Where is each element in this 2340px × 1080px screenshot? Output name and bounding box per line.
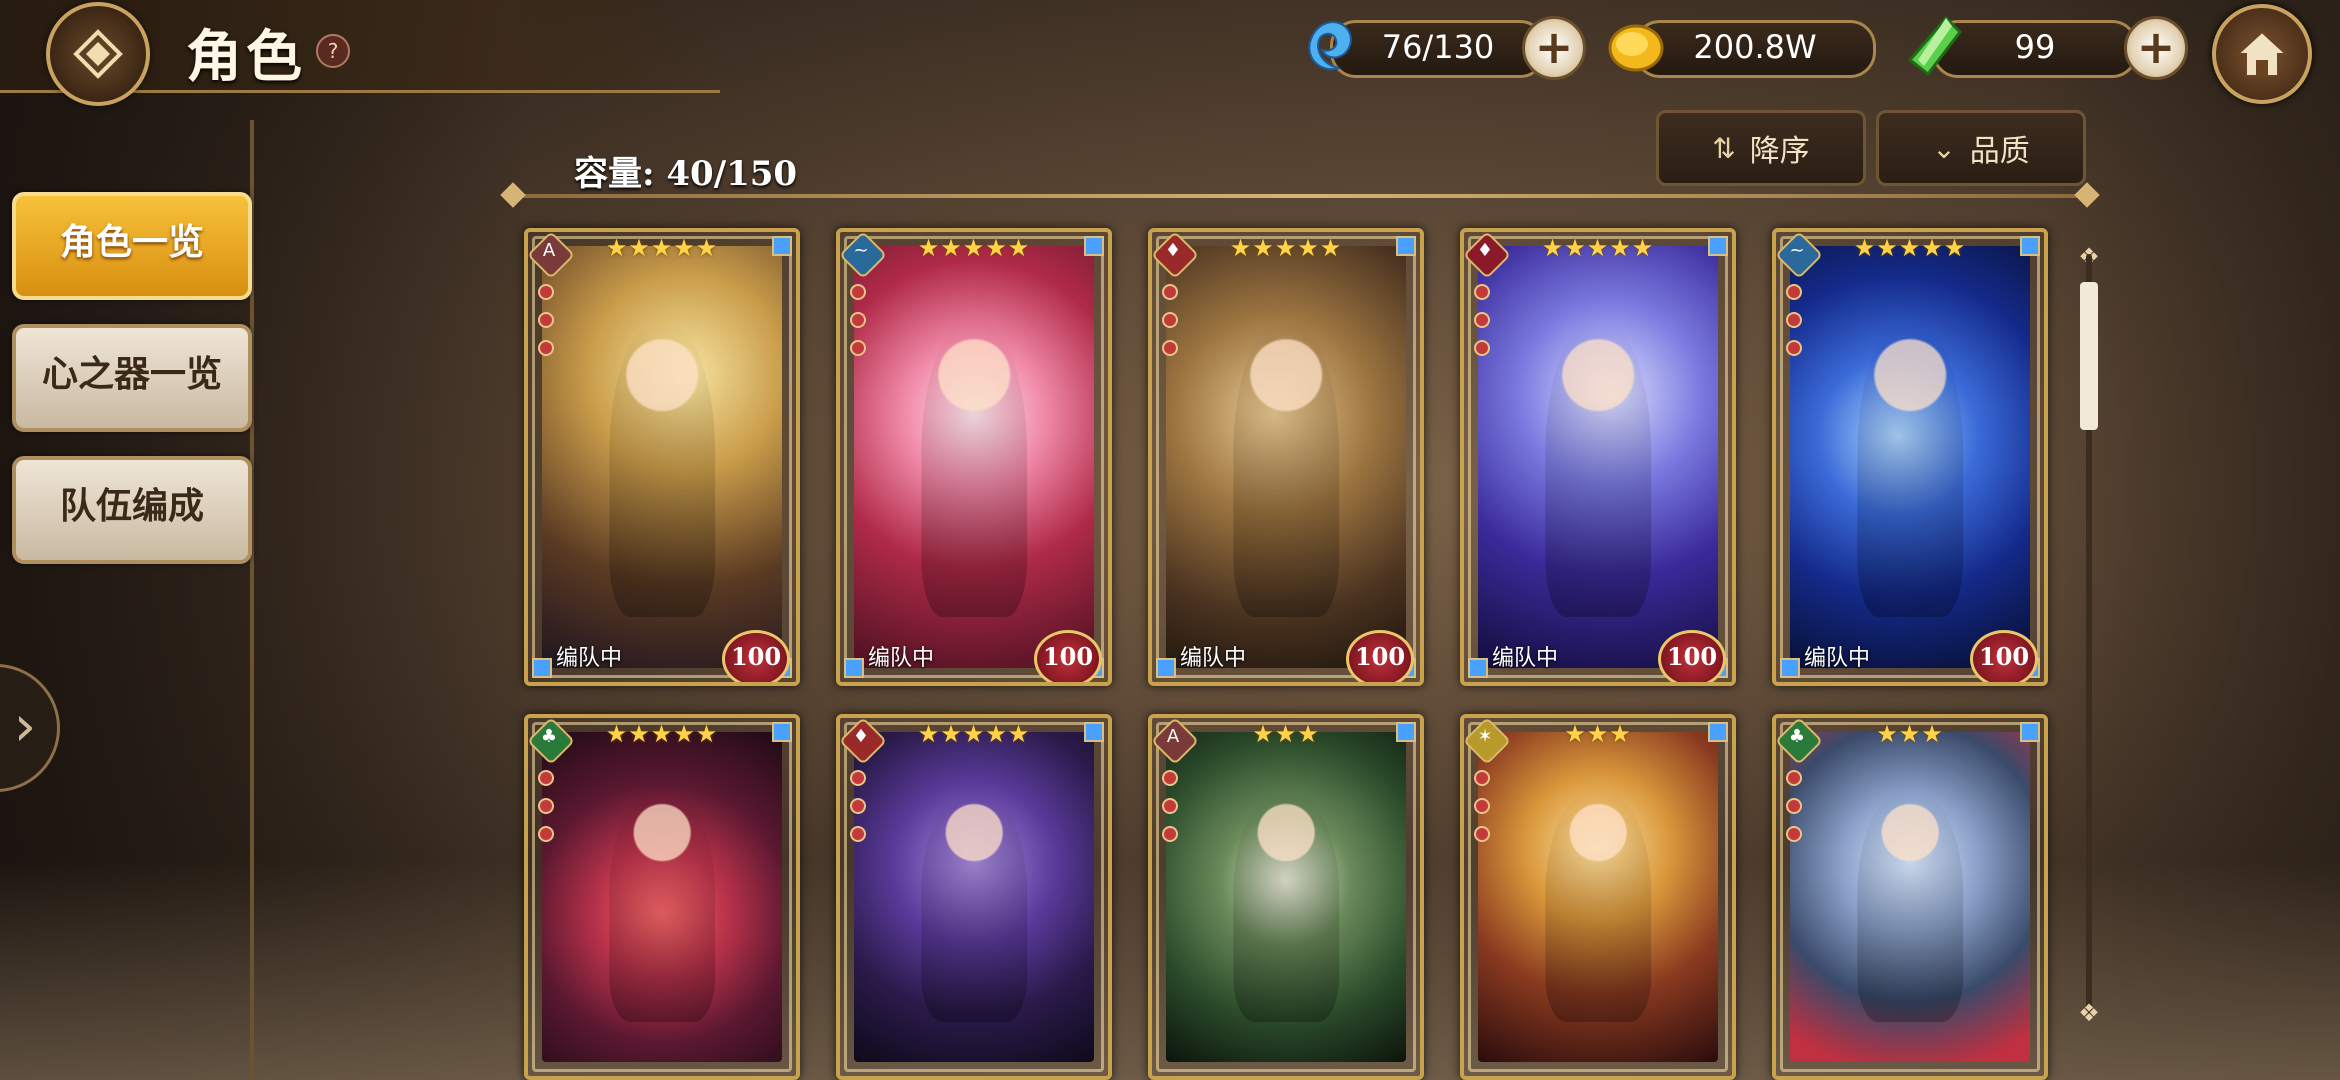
card-frame <box>532 722 792 1072</box>
card-frame <box>1156 722 1416 1072</box>
sort-desc-icon: ⇅ <box>1712 131 1736 165</box>
card-frame <box>532 236 792 678</box>
character-card[interactable]: A ★★★ <box>1148 714 1424 1080</box>
scroll-bottom-ornament: ❖ <box>2078 999 2100 1027</box>
rarity-stars: ★★★★★ <box>605 720 719 748</box>
rarity-stars: ★★★ <box>1564 720 1632 748</box>
gem-resource: 99 + <box>1902 15 2192 80</box>
card-frame <box>844 236 1104 678</box>
corner-gem-icon <box>1084 236 1104 256</box>
skill-pips <box>1474 284 1490 368</box>
chevron-down-icon: ⌄ <box>1932 131 1956 165</box>
in-team-label: 编队中 <box>1180 646 1247 671</box>
card-frame <box>1780 722 2040 1072</box>
skill-pips <box>850 284 866 368</box>
add-gem-button[interactable]: + <box>2124 16 2188 80</box>
rarity-stars: ★★★★★ <box>1541 234 1655 262</box>
character-card[interactable]: ~ ★★★★★ 编队中 100 <box>1772 228 2048 686</box>
in-team-label: 编队中 <box>868 646 935 671</box>
corner-gem-icon <box>2020 722 2040 742</box>
corner-gem-icon <box>1780 658 1800 678</box>
back-button[interactable] <box>46 2 150 106</box>
level-badge: 100 <box>1970 630 2038 682</box>
skill-pips <box>538 770 554 854</box>
gold-resource: 200.8W <box>1604 20 1876 78</box>
character-card[interactable]: ~ ★★★★★ 编队中 100 <box>836 228 1112 686</box>
scrollbar-thumb[interactable] <box>2080 282 2098 430</box>
rarity-stars: ★★★★★ <box>1229 234 1343 262</box>
in-team-label: 编队中 <box>556 646 623 671</box>
corner-gem-icon <box>772 722 792 742</box>
skill-pips <box>1162 770 1178 854</box>
blue-spirit-icon <box>1308 20 1352 71</box>
card-frame <box>1468 722 1728 1072</box>
home-icon <box>2235 30 2289 77</box>
green-crystal-icon <box>1907 15 1962 77</box>
rarity-stars: ★★★★★ <box>917 234 1031 262</box>
rarity-stars: ★★★ <box>1876 720 1944 748</box>
in-team-label: 编队中 <box>1492 646 1559 671</box>
card-frame <box>844 722 1104 1072</box>
rarity-stars: ★★★★★ <box>605 234 719 262</box>
character-card[interactable]: ♦ ★★★★★ <box>836 714 1112 1080</box>
quality-filter-label: 品质 <box>1969 134 2030 169</box>
corner-gem-icon <box>2020 236 2040 256</box>
card-frame <box>1780 236 2040 678</box>
corner-gem-icon <box>1396 236 1416 256</box>
rarity-stars: ★★★★★ <box>917 720 1031 748</box>
gold-coin-icon <box>1608 24 1664 72</box>
capacity-counter: 容量: 40/150 <box>574 154 798 194</box>
level-badge: 100 <box>1658 630 1726 682</box>
skill-pips <box>538 284 554 368</box>
corner-gem-icon <box>844 658 864 678</box>
level-badge: 100 <box>722 630 790 682</box>
header-divider <box>510 194 2090 198</box>
level-badge: 100 <box>1346 630 1414 682</box>
rarity-stars: ★★★ <box>1252 720 1320 748</box>
character-card[interactable]: ♦ ★★★★★ 编队中 100 <box>1148 228 1424 686</box>
back-diamond-icon <box>73 29 123 79</box>
tab-character-list[interactable]: 角色一览 <box>12 192 252 300</box>
character-card[interactable]: ♣ ★★★ <box>1772 714 2048 1080</box>
skill-pips <box>1786 284 1802 368</box>
add-stamina-button[interactable]: + <box>1522 16 1586 80</box>
help-icon[interactable]: ? <box>316 34 350 68</box>
corner-gem-icon <box>532 658 552 678</box>
gold-value: 200.8W <box>1634 20 1876 78</box>
level-badge: 100 <box>1034 630 1102 682</box>
tab-heart-vessel-list[interactable]: 心之器一览 <box>12 324 252 432</box>
corner-gem-icon <box>1468 658 1488 678</box>
card-frame <box>1156 236 1416 678</box>
character-card[interactable]: ♣ ★★★★★ <box>524 714 800 1080</box>
corner-gem-icon <box>1708 722 1728 742</box>
skill-pips <box>1786 770 1802 854</box>
page-title: 角色 <box>186 25 306 90</box>
corner-gem-icon <box>772 236 792 256</box>
skill-pips <box>850 770 866 854</box>
in-team-label: 编队中 <box>1804 646 1871 671</box>
sort-order-label: 降序 <box>1749 134 1810 169</box>
character-card[interactable]: A ★★★★★ 编队中 100 <box>524 228 800 686</box>
card-frame <box>1468 236 1728 678</box>
corner-gem-icon <box>1396 722 1416 742</box>
corner-gem-icon <box>1084 722 1104 742</box>
rarity-stars: ★★★★★ <box>1853 234 1967 262</box>
character-card[interactable]: ✶ ★★★ <box>1460 714 1736 1080</box>
stamina-resource: 76/130 + <box>1300 16 1586 80</box>
sort-order-button[interactable]: ⇅ 降序 <box>1656 110 1866 186</box>
skill-pips <box>1474 770 1490 854</box>
quality-filter-button[interactable]: ⌄ 品质 <box>1876 110 2086 186</box>
skill-pips <box>1162 284 1178 368</box>
corner-gem-icon <box>1708 236 1728 256</box>
tab-team-formation[interactable]: 队伍编成 <box>12 456 252 564</box>
character-card[interactable]: ♦ ★★★★★ 编队中 100 <box>1460 228 1736 686</box>
corner-gem-icon <box>1156 658 1176 678</box>
home-button[interactable] <box>2212 4 2312 104</box>
